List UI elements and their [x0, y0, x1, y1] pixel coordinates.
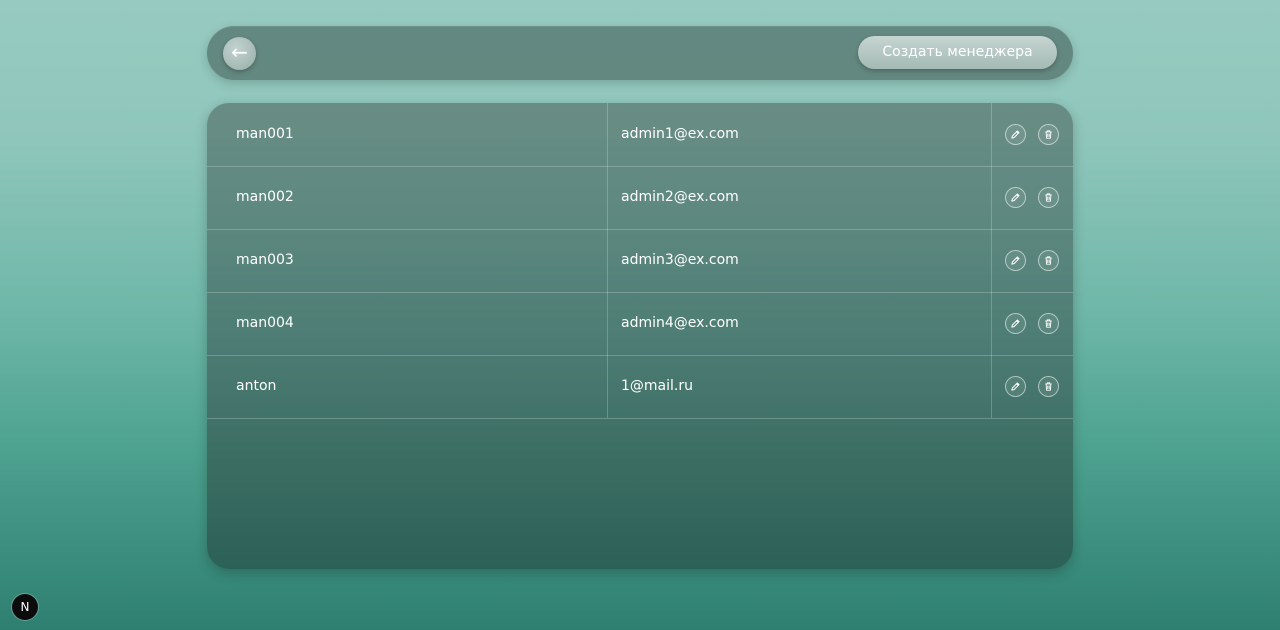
- pencil-icon: [1011, 256, 1020, 265]
- arrow-left-icon: ←: [231, 40, 248, 64]
- column-divider: [607, 103, 608, 166]
- column-divider: [991, 229, 992, 292]
- username-cell: man004: [236, 315, 294, 331]
- delete-button[interactable]: [1038, 313, 1059, 334]
- delete-button[interactable]: [1038, 187, 1059, 208]
- edit-button[interactable]: [1005, 187, 1026, 208]
- email-cell: admin2@ex.com: [621, 189, 739, 205]
- trash-icon: [1045, 319, 1052, 328]
- table-row: anton 1@mail.ru: [207, 355, 1073, 419]
- column-divider: [607, 292, 608, 355]
- pencil-icon: [1011, 382, 1020, 391]
- edit-button[interactable]: [1005, 124, 1026, 145]
- email-cell: admin1@ex.com: [621, 126, 739, 142]
- username-cell: anton: [236, 378, 277, 394]
- nextjs-dev-badge[interactable]: N: [12, 594, 38, 620]
- delete-button[interactable]: [1038, 376, 1059, 397]
- edit-button[interactable]: [1005, 250, 1026, 271]
- column-divider: [991, 292, 992, 355]
- trash-icon: [1045, 130, 1052, 139]
- table-row: man002 admin2@ex.com: [207, 166, 1073, 230]
- trash-icon: [1045, 193, 1052, 202]
- email-cell: 1@mail.ru: [621, 378, 693, 394]
- back-button[interactable]: ←: [223, 37, 256, 70]
- username-cell: man003: [236, 252, 294, 268]
- delete-button[interactable]: [1038, 250, 1059, 271]
- create-manager-button[interactable]: Создать менеджера: [858, 36, 1057, 69]
- table-row: man004 admin4@ex.com: [207, 292, 1073, 356]
- pencil-icon: [1011, 193, 1020, 202]
- edit-button[interactable]: [1005, 313, 1026, 334]
- column-divider: [607, 229, 608, 292]
- column-divider: [607, 166, 608, 229]
- table-row: man001 admin1@ex.com: [207, 103, 1073, 167]
- edit-button[interactable]: [1005, 376, 1026, 397]
- pencil-icon: [1011, 130, 1020, 139]
- column-divider: [991, 355, 992, 418]
- delete-button[interactable]: [1038, 124, 1059, 145]
- table-row: man003 admin3@ex.com: [207, 229, 1073, 293]
- managers-table: man001 admin1@ex.com man002 admin2@ex.co…: [207, 103, 1073, 569]
- column-divider: [991, 166, 992, 229]
- email-cell: admin3@ex.com: [621, 252, 739, 268]
- username-cell: man002: [236, 189, 294, 205]
- top-bar: ← Создать менеджера: [207, 26, 1073, 80]
- column-divider: [607, 355, 608, 418]
- trash-icon: [1045, 256, 1052, 265]
- trash-icon: [1045, 382, 1052, 391]
- column-divider: [991, 103, 992, 166]
- email-cell: admin4@ex.com: [621, 315, 739, 331]
- username-cell: man001: [236, 126, 294, 142]
- pencil-icon: [1011, 319, 1020, 328]
